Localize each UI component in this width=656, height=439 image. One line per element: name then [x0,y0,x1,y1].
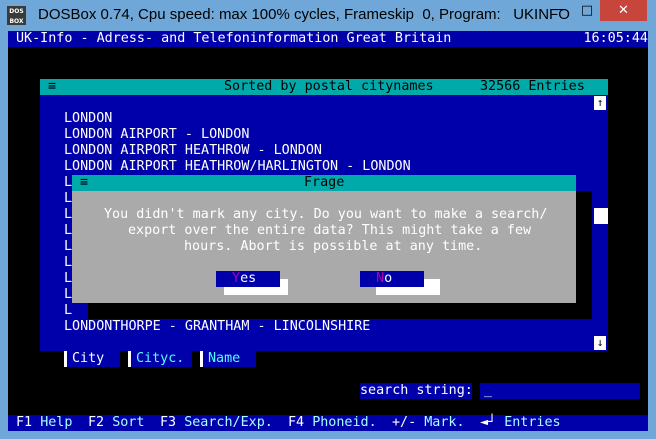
key-action: Help [40,415,73,430]
key-label: F4 [288,415,305,430]
list-item[interactable]: L [64,239,72,255]
search-input-value: _ [484,383,493,398]
list-item[interactable]: L [64,175,72,191]
tab-name-label: Name [208,351,241,366]
window-titlebar: DOS BOX DOSBox 0.74, Cpu speed: max 100%… [0,0,656,31]
tab-city[interactable]: City [64,351,120,367]
no-button[interactable]: No [360,271,424,287]
key-label: F1 [16,415,33,430]
no-hotkey: N [376,271,385,286]
key-label: +/- [392,415,417,430]
f2-sort-key[interactable]: F2 Sort [88,415,144,431]
dialog-message-line: You didn't mark any city. Do you want to… [104,207,548,222]
sort-mode-label: Sorted by postal citynames [224,79,434,94]
dialog-title: Frage [304,175,345,190]
list-item[interactable]: L [64,207,72,223]
list-menu-icon[interactable]: ≡ [48,79,56,95]
dos-screen: UK-Info - Adress- and Telefoninformation… [8,31,648,431]
key-action: Search/Exp. [184,415,273,430]
key-action: Phoneid. [312,415,377,430]
list-item[interactable]: LONDON [64,111,112,127]
confirm-dialog: ≡ Frage You didn't mark any city. Do you… [72,175,576,303]
yes-label: es [240,271,257,286]
app-title: UK-Info - Adress- and Telefoninformation… [16,31,452,46]
minimize-button[interactable]: ─ [547,0,574,21]
scroll-thumb[interactable] [594,208,608,224]
list-item[interactable]: L [64,191,72,207]
dosbox-icon[interactable]: DOS BOX [7,6,26,25]
app-header-bar: UK-Info - Adress- and Telefoninformation… [8,31,648,47]
key-action: Mark. [424,415,465,430]
tab-cityc-label: Cityc. [136,351,185,366]
tab-cityc[interactable]: Cityc. [128,351,192,367]
mark-key[interactable]: +/- Mark. [392,415,465,431]
yes-button[interactable]: Yes [216,271,280,287]
tab-name[interactable]: Name [200,351,256,367]
list-item[interactable]: LONDON AIRPORT HEATHROW - LONDON [64,143,322,159]
dialog-header: ≡ Frage [72,175,576,191]
scroll-up-icon[interactable]: ↑ [594,96,606,110]
f1-help-key[interactable]: F1 Help [16,415,72,431]
search-input[interactable]: _ [480,383,640,399]
tab-marker [64,351,67,367]
list-item[interactable]: LONDON AIRPORT HEATHROW/HARLINGTON - LON… [64,159,411,175]
key-action: Entries [504,415,561,430]
list-item[interactable]: LONDONTHORPE - GRANTHAM - LINCOLNSHIRE [64,319,370,335]
enter-entries-key[interactable]: ◄┘ Entries [480,415,561,431]
dialog-menu-icon[interactable]: ≡ [80,175,88,191]
dialog-message-line: hours. Abort is possible at any time. [184,239,483,254]
no-label: o [384,271,393,286]
list-item[interactable]: L [64,303,72,319]
f3-search-key[interactable]: F3 Search/Exp. [160,415,273,431]
tab-marker [200,351,203,367]
clock: 16:05:44 [583,31,649,46]
function-key-bar: F1 Help F2 Sort F3 Search/Exp. F4 Phonei… [8,415,648,431]
close-button[interactable]: ✕ [600,0,647,21]
key-action: Sort [112,415,145,430]
maximize-button[interactable]: □ [574,0,600,21]
tab-city-label: City [72,351,105,366]
list-header: ≡ Sorted by postal citynames 32566 Entri… [40,79,608,95]
enter-icon: ◄┘ [480,415,497,430]
list-item[interactable]: LONDON AIRPORT - LONDON [64,127,249,143]
list-item[interactable]: L [64,287,72,303]
tab-marker [128,351,131,367]
list-scrollbar[interactable]: ↑ ↓ [592,95,608,351]
icon-text-top: DOS [9,8,24,15]
search-label-text: search string: [360,383,473,398]
f4-phoneid-key[interactable]: F4 Phoneid. [288,415,377,431]
window-title: DOSBox 0.74, Cpu speed: max 100% cycles,… [38,6,570,23]
scroll-down-icon[interactable]: ↓ [594,336,606,350]
list-item[interactable]: L [64,255,72,271]
list-item[interactable]: L [64,223,72,239]
list-item[interactable]: L [64,271,72,287]
icon-text-bottom: BOX [9,18,24,25]
entry-count: 32566 Entries [480,79,585,94]
yes-hotkey: Y [232,271,241,286]
dialog-message-line: export over the entire data? This might … [128,223,532,238]
search-label: search string: [360,383,473,399]
key-label: F3 [160,415,177,430]
key-label: F2 [88,415,105,430]
